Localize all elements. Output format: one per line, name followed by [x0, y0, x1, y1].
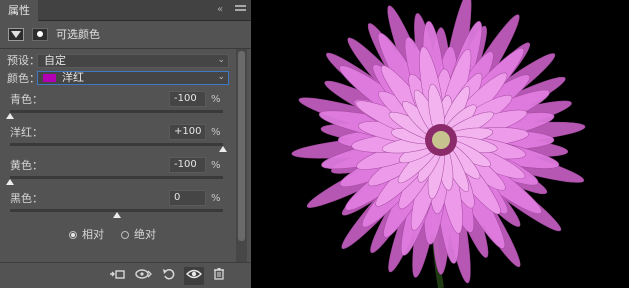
visibility-icon[interactable]: [184, 267, 204, 285]
reset-icon[interactable]: [159, 267, 179, 285]
absolute-label[interactable]: 绝对: [134, 228, 156, 242]
colors-value: 洋红: [62, 71, 84, 84]
magenta-percent-unit: %: [211, 127, 221, 138]
colors-label: 颜色：: [7, 72, 40, 85]
panel-header: 可选颜色: [0, 21, 251, 49]
magenta-slider-track[interactable]: [10, 143, 223, 146]
yellow-value-input[interactable]: -100: [169, 157, 206, 173]
yellow-slider-track[interactable]: [10, 176, 223, 179]
cyan-label: 青色：: [10, 93, 43, 106]
cyan-percent-unit: %: [211, 94, 221, 105]
layer-mask-icon[interactable]: [32, 28, 48, 41]
cyan-slider-thumb[interactable]: [6, 113, 14, 119]
magenta-value-input[interactable]: +100: [169, 124, 206, 140]
cyan-value-input[interactable]: -100: [169, 91, 206, 107]
clip-to-layer-icon[interactable]: [107, 267, 127, 285]
flower-photo: [291, 0, 586, 288]
chevron-down-icon: ⌄: [217, 72, 225, 82]
panel-title: 可选颜色: [56, 28, 100, 41]
panel-scrollbar[interactable]: [236, 49, 247, 262]
properties-panel: 属性 « 可选颜色 预设： 自定 ⌄ 颜色： 洋红 ⌄ 青色： -100 % 洋…: [0, 0, 251, 288]
view-previous-state-icon[interactable]: [133, 267, 153, 285]
preset-value: 自定: [44, 54, 66, 67]
black-percent-unit: %: [211, 193, 221, 204]
preset-dropdown[interactable]: 自定 ⌄: [37, 54, 229, 68]
relative-radio[interactable]: [69, 231, 77, 239]
yellow-label: 黄色：: [10, 159, 43, 172]
panel-menu-icon[interactable]: [235, 5, 246, 15]
relative-label[interactable]: 相对: [82, 228, 104, 242]
colors-dropdown[interactable]: 洋红 ⌄: [37, 71, 229, 85]
magenta-label: 洋红：: [10, 126, 43, 139]
collapse-icon[interactable]: «: [217, 3, 229, 17]
adjustment-layer-icon[interactable]: [8, 28, 24, 41]
color-swatch: [43, 74, 56, 82]
scrollbar-thumb[interactable]: [238, 51, 245, 241]
flower-image: [251, 0, 629, 288]
chevron-down-icon: ⌄: [217, 55, 225, 65]
yellow-percent-unit: %: [211, 160, 221, 171]
tab-properties[interactable]: 属性: [0, 0, 38, 21]
delete-icon[interactable]: [209, 267, 229, 285]
preset-label: 预设：: [7, 54, 40, 67]
panel-tabbar: 属性 «: [0, 0, 251, 21]
absolute-radio[interactable]: [121, 231, 129, 239]
yellow-slider-thumb[interactable]: [6, 179, 14, 185]
black-value-input[interactable]: 0: [169, 190, 206, 206]
black-slider-thumb[interactable]: [112, 212, 121, 218]
magenta-slider-thumb[interactable]: [219, 146, 227, 152]
black-label: 黑色：: [10, 192, 43, 205]
panel-footer: [0, 262, 251, 288]
cyan-slider-track[interactable]: [10, 110, 223, 113]
